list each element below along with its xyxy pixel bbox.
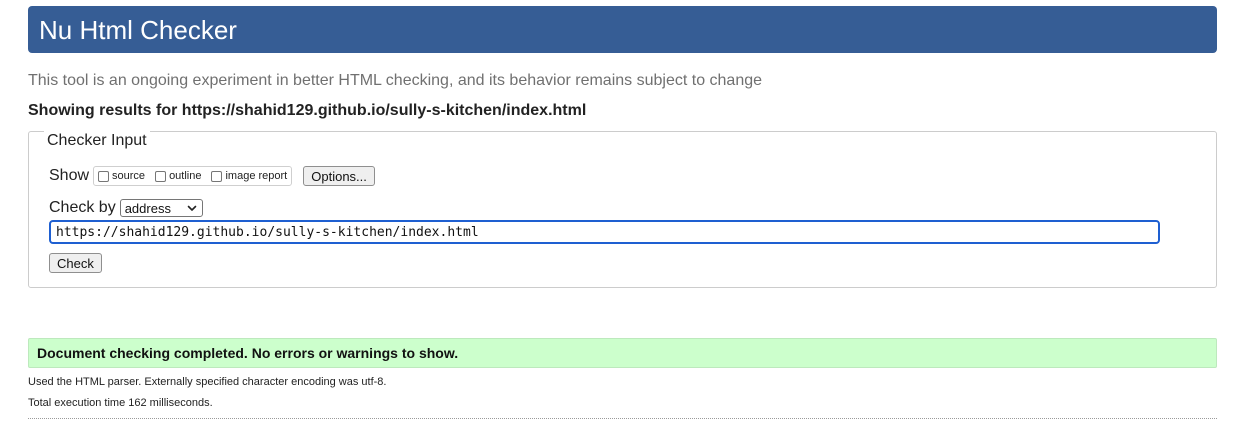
chevron-down-icon — [187, 205, 197, 211]
results-heading: Showing results for https://shahid129.gi… — [28, 101, 586, 121]
checker-input-fieldset: Checker Input Show source outline image … — [28, 131, 1217, 288]
options-button[interactable]: Options... — [303, 166, 375, 186]
show-source-option[interactable]: source — [98, 170, 145, 182]
intro-text: This tool is an ongoing experiment in be… — [28, 72, 763, 89]
image-report-checkbox-label: image report — [225, 170, 288, 182]
check-by-select[interactable]: address — [119, 199, 203, 217]
outline-checkbox-label: outline — [169, 170, 202, 182]
address-input[interactable]: https://shahid129.github.io/sully-s-kitc… — [49, 220, 1160, 244]
show-image-report-option[interactable]: image report — [211, 170, 287, 182]
parser-info: Used the HTML parser. Externally specifi… — [28, 376, 387, 388]
image-report-checkbox[interactable] — [211, 170, 223, 182]
check-by-selected-value: address — [124, 200, 171, 216]
check-by-row: Check by address — [49, 198, 203, 218]
check-button[interactable]: Check — [49, 253, 102, 273]
show-label: Show — [49, 167, 90, 184]
page: Nu Html Checker This tool is an ongoing … — [0, 0, 1244, 446]
page-title: Nu Html Checker — [39, 15, 237, 45]
results-heading-url: https://shahid129.github.io/sully-s-kitc… — [181, 102, 587, 119]
outline-checkbox[interactable] — [155, 170, 167, 182]
source-checkbox[interactable] — [98, 170, 110, 182]
show-options-group: source outline image report — [93, 166, 293, 186]
divider — [28, 418, 1217, 419]
show-row: Show source outline image report Options… — [49, 164, 375, 188]
source-checkbox-label: source — [112, 170, 146, 182]
execution-time: Total execution time 162 milliseconds. — [28, 397, 213, 409]
check-by-label: Check by — [49, 199, 116, 216]
success-message: Document checking completed. No errors o… — [28, 338, 1217, 368]
checker-input-legend: Checker Input — [44, 131, 150, 151]
show-outline-option[interactable]: outline — [155, 170, 201, 182]
results-heading-prefix: Showing results for — [28, 102, 182, 119]
header-banner: Nu Html Checker — [28, 6, 1217, 53]
